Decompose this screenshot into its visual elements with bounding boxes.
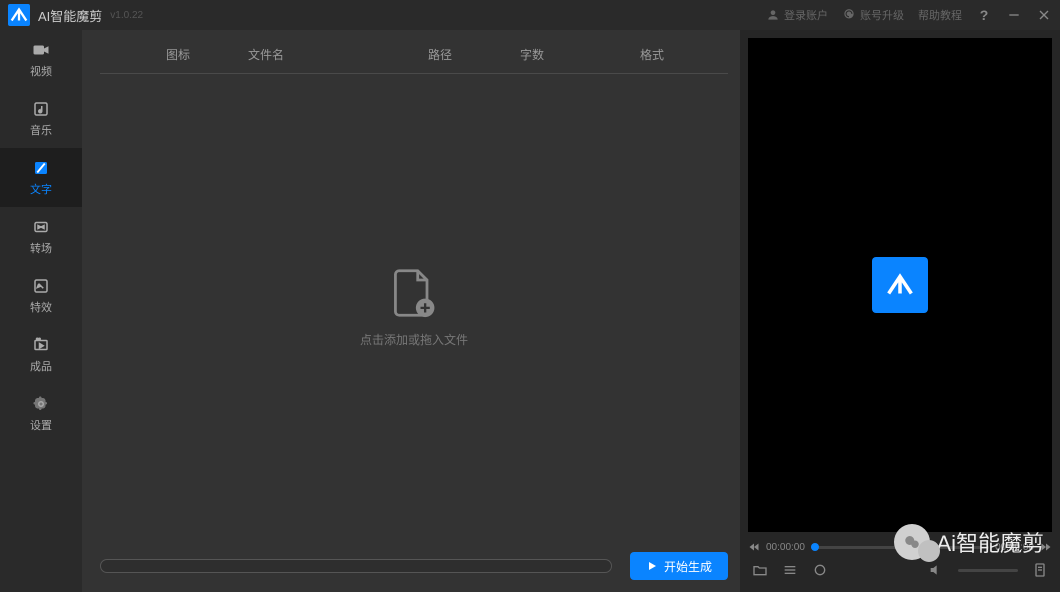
start-generate-button[interactable]: 开始生成 [630, 552, 728, 580]
sidebar-item-text[interactable]: 文字 [0, 148, 82, 207]
help-icon[interactable]: ? [976, 7, 992, 23]
time-bar: 00:00:00 00:00:00 [748, 538, 1052, 556]
bottom-bar: 开始生成 [100, 552, 728, 580]
sidebar-item-music[interactable]: 音乐 [0, 89, 82, 148]
table-header: 图标 文件名 路径 字数 格式 [100, 46, 728, 74]
volume-icon[interactable] [928, 562, 944, 578]
add-file-icon [390, 267, 438, 319]
sidebar-item-label: 成品 [30, 358, 52, 374]
login-label: 登录账户 [784, 7, 828, 23]
sidebar-item-transition[interactable]: 转场 [0, 207, 82, 266]
file-dropzone[interactable]: 点击添加或拖入文件 [100, 74, 728, 540]
upgrade-button[interactable]: 账号升级 [842, 7, 904, 23]
sidebar-item-label: 文字 [30, 181, 52, 197]
app-version: v1.0.22 [110, 10, 143, 21]
forward-icon[interactable] [1040, 541, 1052, 553]
loop-icon[interactable] [812, 562, 828, 578]
progress-bar [100, 559, 612, 573]
sidebar-item-effect[interactable]: 特效 [0, 266, 82, 325]
sidebar-item-settings[interactable]: 设置 [0, 384, 82, 443]
preview-controls [748, 556, 1052, 584]
sidebar-item-video[interactable]: 视频 [0, 30, 82, 89]
column-header-words: 字数 [520, 46, 640, 63]
preview-video-area [748, 38, 1052, 532]
upgrade-label: 账号升级 [860, 7, 904, 23]
sidebar-item-label: 设置 [30, 417, 52, 433]
app-title: AI智能魔剪 [38, 6, 102, 25]
login-button[interactable]: 登录账户 [766, 7, 828, 23]
sidebar: 视频 音乐 文字 转场 特效 成品 设置 [0, 30, 82, 592]
sidebar-item-label: 转场 [30, 240, 52, 256]
open-folder-icon[interactable] [752, 562, 768, 578]
column-header-filename: 文件名 [248, 46, 428, 63]
titlebar: AI智能魔剪 v1.0.22 登录账户 账号升级 帮助教程 ? [0, 0, 1060, 30]
time-current: 00:00:00 [766, 542, 805, 553]
play-icon [646, 560, 658, 572]
rewind-icon[interactable] [748, 541, 760, 553]
app-logo-icon [8, 4, 30, 26]
sidebar-item-label: 音乐 [30, 122, 52, 138]
dropzone-hint: 点击添加或拖入文件 [360, 331, 468, 348]
close-button[interactable] [1036, 7, 1052, 23]
help-label: 帮助教程 [918, 7, 962, 23]
start-label: 开始生成 [664, 558, 712, 575]
time-total: 00:00:00 [995, 542, 1034, 553]
column-header-format: 格式 [640, 46, 720, 63]
sidebar-item-label: 视频 [30, 63, 52, 79]
help-tutorial-button[interactable]: 帮助教程 [918, 7, 962, 23]
minimize-button[interactable] [1006, 7, 1022, 23]
list-icon[interactable] [782, 562, 798, 578]
column-header-path: 路径 [428, 46, 520, 63]
volume-slider[interactable] [958, 569, 1018, 572]
main-panel: 图标 文件名 路径 字数 格式 点击添加或拖入文件 开始生成 [82, 30, 740, 592]
preview-panel: 00:00:00 00:00:00 [740, 30, 1060, 592]
sidebar-item-label: 特效 [30, 299, 52, 315]
column-header-icon: 图标 [108, 46, 248, 63]
time-scrubber[interactable] [811, 546, 989, 549]
file-icon[interactable] [1032, 562, 1048, 578]
preview-logo-icon [872, 257, 928, 313]
sidebar-item-output[interactable]: 成品 [0, 325, 82, 384]
